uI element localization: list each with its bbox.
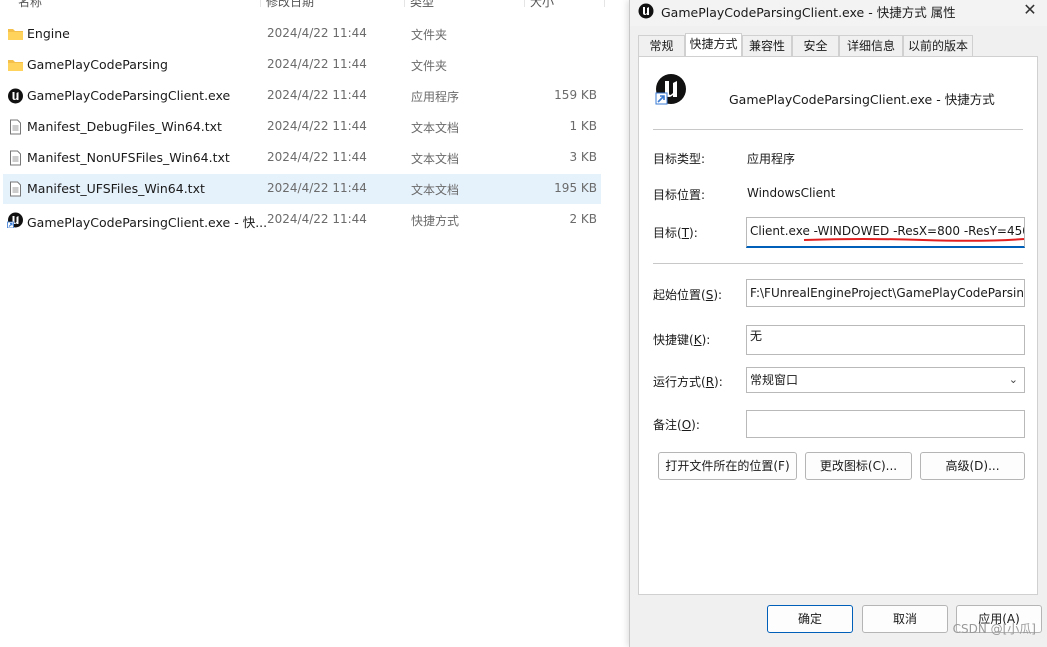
- column-separator[interactable]: [604, 0, 605, 7]
- chevron-down-icon: ⌄: [1008, 373, 1018, 386]
- file-name: Engine: [27, 26, 70, 41]
- shortcut-name: GamePlayCodeParsingClient.exe - 快捷方式: [729, 92, 995, 107]
- column-date[interactable]: 修改日期: [266, 0, 314, 10]
- file-name: Manifest_NonUFSFiles_Win64.txt: [27, 150, 230, 165]
- file-row[interactable]: Manifest_NonUFSFiles_Win64.txt 2024/4/22…: [3, 143, 601, 173]
- file-date: 2024/4/22 11:44: [267, 26, 367, 40]
- target-location-value: WindowsClient: [747, 186, 836, 200]
- dialog-title: GamePlayCodeParsingClient.exe - 快捷方式 属性: [661, 5, 956, 20]
- tab-security[interactable]: 安全: [792, 35, 839, 56]
- advanced-button[interactable]: 高级(D)...: [920, 452, 1025, 480]
- text-file-icon: [10, 119, 21, 135]
- run-mode-select[interactable]: 常规窗口 ⌄: [746, 367, 1025, 393]
- dialog-titlebar[interactable]: GamePlayCodeParsingClient.exe - 快捷方式 属性 …: [630, 0, 1047, 26]
- text-file-icon: [10, 181, 21, 197]
- hotkey-input[interactable]: 无: [746, 325, 1025, 355]
- divider: [653, 263, 1023, 264]
- file-date: 2024/4/22 11:44: [267, 150, 367, 164]
- tab-general[interactable]: 常规: [638, 35, 685, 56]
- unreal-logo-icon: [8, 88, 23, 104]
- file-size: 3 KB: [569, 150, 597, 164]
- run-label: 运行方式(R):: [653, 375, 723, 389]
- properties-dialog: GamePlayCodeParsingClient.exe - 快捷方式 属性 …: [629, 0, 1047, 647]
- column-name[interactable]: 名称: [18, 0, 42, 10]
- file-row[interactable]: GamePlayCodeParsingClient.exe - 快... 202…: [3, 205, 601, 235]
- watermark: CSDN @[小瓜]: [952, 622, 1036, 636]
- tab-shortcut[interactable]: 快捷方式: [685, 33, 742, 56]
- file-row-selected[interactable]: Manifest_UFSFiles_Win64.txt 2024/4/22 11…: [3, 174, 601, 204]
- target-label: 目标(T):: [653, 226, 698, 240]
- column-separator[interactable]: [524, 0, 525, 7]
- file-row[interactable]: GamePlayCodeParsingClient.exe 2024/4/22 …: [3, 81, 601, 111]
- file-size: 1 KB: [569, 119, 597, 133]
- file-date: 2024/4/22 11:44: [267, 119, 367, 133]
- hotkey-label: 快捷键(K):: [653, 333, 711, 347]
- file-type: 快捷方式: [411, 214, 460, 228]
- comment-input[interactable]: [746, 410, 1025, 438]
- start-in-label: 起始位置(S):: [653, 288, 723, 302]
- column-separator[interactable]: [404, 0, 405, 7]
- file-size: 159 KB: [554, 88, 597, 102]
- run-mode-value: 常规窗口: [750, 373, 799, 387]
- column-type[interactable]: 类型: [410, 0, 434, 10]
- file-date: 2024/4/22 11:44: [267, 212, 367, 226]
- text-file-icon: [10, 150, 21, 166]
- cancel-button[interactable]: 取消: [862, 605, 948, 633]
- column-size[interactable]: 大小: [530, 0, 554, 10]
- folder-icon: [8, 29, 23, 40]
- file-size: 195 KB: [554, 181, 597, 195]
- file-name: GamePlayCodeParsingClient.exe: [27, 88, 231, 103]
- open-file-location-button[interactable]: 打开文件所在的位置(F): [658, 452, 797, 480]
- tab-previous-versions[interactable]: 以前的版本: [903, 35, 973, 56]
- file-type: 文件夹: [411, 28, 448, 42]
- file-row[interactable]: Engine 2024/4/22 11:44 文件夹: [3, 19, 601, 49]
- ok-button[interactable]: 确定: [767, 605, 853, 633]
- column-header: 名称 修改日期 类型 大小: [0, 0, 628, 13]
- shortcut-panel: GamePlayCodeParsingClient.exe - 快捷方式 目标类…: [638, 56, 1038, 595]
- file-size: 2 KB: [569, 212, 597, 226]
- change-icon-button[interactable]: 更改图标(C)...: [805, 452, 912, 480]
- file-type: 文件夹: [411, 59, 448, 73]
- file-row[interactable]: GamePlayCodeParsing 2024/4/22 11:44 文件夹: [3, 50, 601, 80]
- close-icon[interactable]: ✕: [1020, 1, 1040, 21]
- folder-icon: [8, 60, 23, 71]
- file-date: 2024/4/22 11:44: [267, 57, 367, 71]
- file-type: 文本文档: [411, 152, 460, 166]
- red-underline-annotation: [803, 238, 1025, 242]
- target-input[interactable]: Client.exe -WINDOWED -ResX=800 -ResY=450: [746, 217, 1025, 248]
- start-in-input[interactable]: F:\FUnrealEngineProject\GamePlayCodePars…: [746, 279, 1025, 307]
- tab-bar: 常规 快捷方式 兼容性 安全 详细信息 以前的版本: [638, 33, 1038, 57]
- file-row[interactable]: Manifest_DebugFiles_Win64.txt 2024/4/22 …: [3, 112, 601, 142]
- file-name: GamePlayCodeParsing: [27, 57, 168, 72]
- target-type-label: 目标类型:: [653, 152, 706, 166]
- comment-label: 备注(O):: [653, 418, 700, 432]
- unreal-shortcut-icon: [655, 74, 686, 105]
- unreal-logo-icon: [638, 3, 654, 19]
- file-type: 文本文档: [411, 183, 460, 197]
- file-type: 应用程序: [411, 90, 460, 104]
- column-separator[interactable]: [260, 0, 261, 7]
- file-name: Manifest_UFSFiles_Win64.txt: [27, 181, 205, 196]
- file-name: Manifest_DebugFiles_Win64.txt: [27, 119, 222, 134]
- tab-compatibility[interactable]: 兼容性: [742, 35, 792, 56]
- file-type: 文本文档: [411, 121, 460, 135]
- divider: [653, 129, 1023, 130]
- file-explorer: 名称 修改日期 类型 大小 Engine 2024/4/22 11:44 文件夹…: [0, 0, 628, 647]
- target-location-label: 目标位置:: [653, 188, 706, 202]
- file-date: 2024/4/22 11:44: [267, 181, 367, 195]
- target-type-value: 应用程序: [747, 152, 796, 166]
- file-date: 2024/4/22 11:44: [267, 88, 367, 102]
- file-name: GamePlayCodeParsingClient.exe - 快...: [27, 215, 268, 230]
- unreal-shortcut-icon: [7, 212, 23, 228]
- tab-details[interactable]: 详细信息: [839, 35, 903, 56]
